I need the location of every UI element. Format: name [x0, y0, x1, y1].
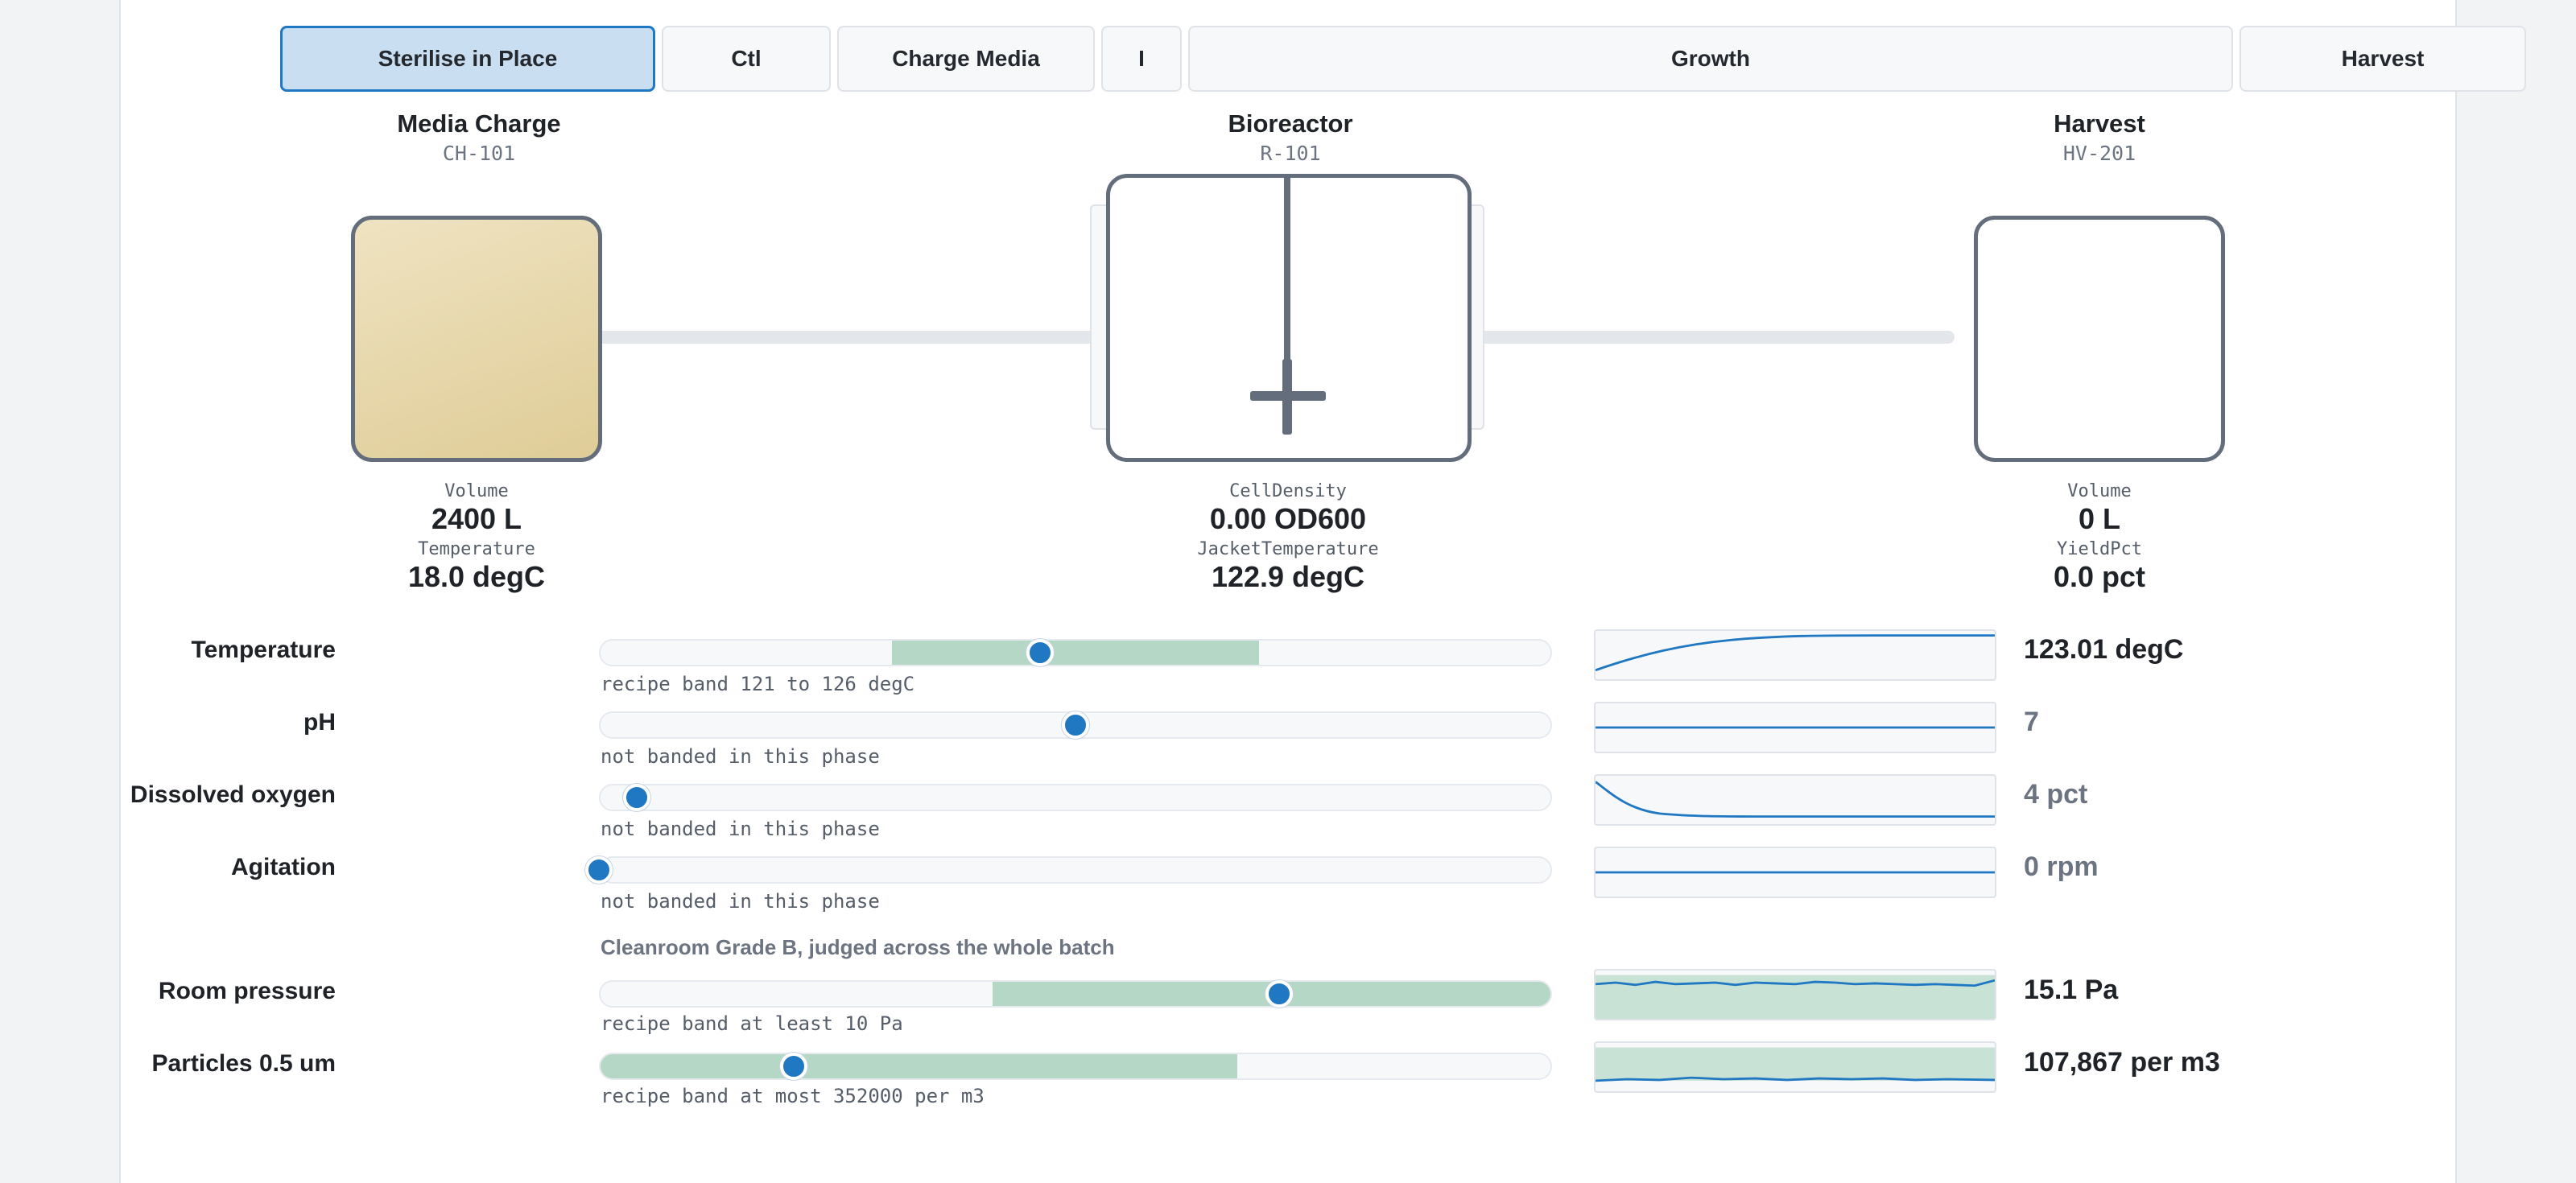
- reactor-celldensity-label: CellDensity: [1229, 481, 1347, 501]
- param-value: 123.01 degC: [2024, 634, 2184, 665]
- tab-i[interactable]: I: [1101, 26, 1182, 92]
- reactor-jackettemp-value: 122.9 degC: [1211, 560, 1365, 593]
- harvest-volume-label: Volume: [2067, 481, 2132, 501]
- reactor-jackettemp-label: JacketTemperature: [1197, 539, 1379, 559]
- harvest-yield-value: 0.0 pct: [2053, 560, 2146, 593]
- media-volume-value: 2400 L: [431, 502, 522, 535]
- slider-knob[interactable]: [585, 856, 613, 884]
- param-note: recipe band at least 10 Pa: [601, 1012, 903, 1035]
- param-label: Agitation: [231, 854, 336, 880]
- param-note: not banded in this phase: [601, 818, 880, 840]
- cleanroom-heading: Cleanroom Grade B, judged across the who…: [601, 935, 1115, 959]
- param-note: recipe band at most 352000 per m3: [601, 1085, 985, 1107]
- param-sparkline: [1594, 702, 1996, 753]
- harvest-title: Harvest: [2054, 109, 2145, 138]
- slider-knob[interactable]: [1062, 711, 1089, 739]
- media-charge-vessel[interactable]: [351, 216, 602, 462]
- tab-harvest[interactable]: Harvest: [2240, 26, 2526, 92]
- param-value: 107,867 per m3: [2024, 1047, 2220, 1078]
- reactor-celldensity-value: 0.00 OD600: [1209, 502, 1367, 535]
- media-charge-tag: CH-101: [442, 142, 516, 165]
- slider-knob[interactable]: [1026, 639, 1055, 666]
- param-track[interactable]: [599, 639, 1552, 666]
- param-label: Temperature: [191, 637, 336, 663]
- param-sparkline: [1594, 1041, 1996, 1093]
- pipe-media-to-reactor: [596, 331, 1096, 344]
- param-track[interactable]: [599, 784, 1552, 811]
- pipe-reactor-to-harvest: [1463, 331, 1955, 344]
- param-label: pH: [303, 709, 336, 736]
- media-temperature-value: 18.0 degC: [407, 560, 546, 593]
- media-charge-title: Media Charge: [397, 109, 561, 138]
- harvest-tag: HV-201: [2062, 142, 2136, 165]
- param-sparkline: [1594, 774, 1996, 826]
- media-temperature-label: Temperature: [418, 539, 535, 559]
- param-sparkline: [1594, 969, 1996, 1020]
- param-track[interactable]: [599, 1053, 1552, 1080]
- param-value: 7: [2024, 707, 2039, 737]
- tab-sterilise-in-place[interactable]: Sterilise in Place: [280, 26, 655, 92]
- harvest-volume-value: 0 L: [2078, 502, 2120, 535]
- param-sparkline: [1594, 847, 1996, 898]
- param-track[interactable]: [599, 856, 1552, 884]
- bioreactor-tag: R-101: [1260, 142, 1321, 165]
- param-note: not banded in this phase: [601, 890, 880, 913]
- tab-charge-media[interactable]: Charge Media: [837, 26, 1095, 92]
- tab-growth[interactable]: Growth: [1188, 26, 2233, 92]
- param-value: 0 rpm: [2024, 851, 2099, 882]
- agitator-hub: [1282, 359, 1292, 435]
- param-note: recipe band 121 to 126 degC: [601, 673, 915, 695]
- tab-ctl[interactable]: Ctl: [662, 26, 831, 92]
- media-volume-label: Volume: [444, 481, 509, 501]
- param-value: 4 pct: [2024, 779, 2088, 810]
- param-track[interactable]: [599, 980, 1552, 1008]
- param-sparkline: [1594, 629, 1996, 681]
- recipe-band: [601, 1054, 1237, 1078]
- param-value: 15.1 Pa: [2024, 975, 2119, 1005]
- param-label: Particles 0.5 um: [151, 1050, 336, 1077]
- recipe-band: [892, 641, 1259, 665]
- harvest-vessel[interactable]: [1974, 216, 2225, 462]
- bioreactor-title: Bioreactor: [1228, 109, 1353, 138]
- param-label: Dissolved oxygen: [130, 781, 336, 808]
- harvest-yield-label: YieldPct: [2057, 539, 2142, 559]
- param-label: Room pressure: [158, 978, 336, 1004]
- param-note: not banded in this phase: [601, 745, 880, 768]
- slider-knob[interactable]: [779, 1053, 807, 1080]
- batch-panel: Sterilise in Place Ctl Charge Media I Gr…: [119, 0, 2526, 1183]
